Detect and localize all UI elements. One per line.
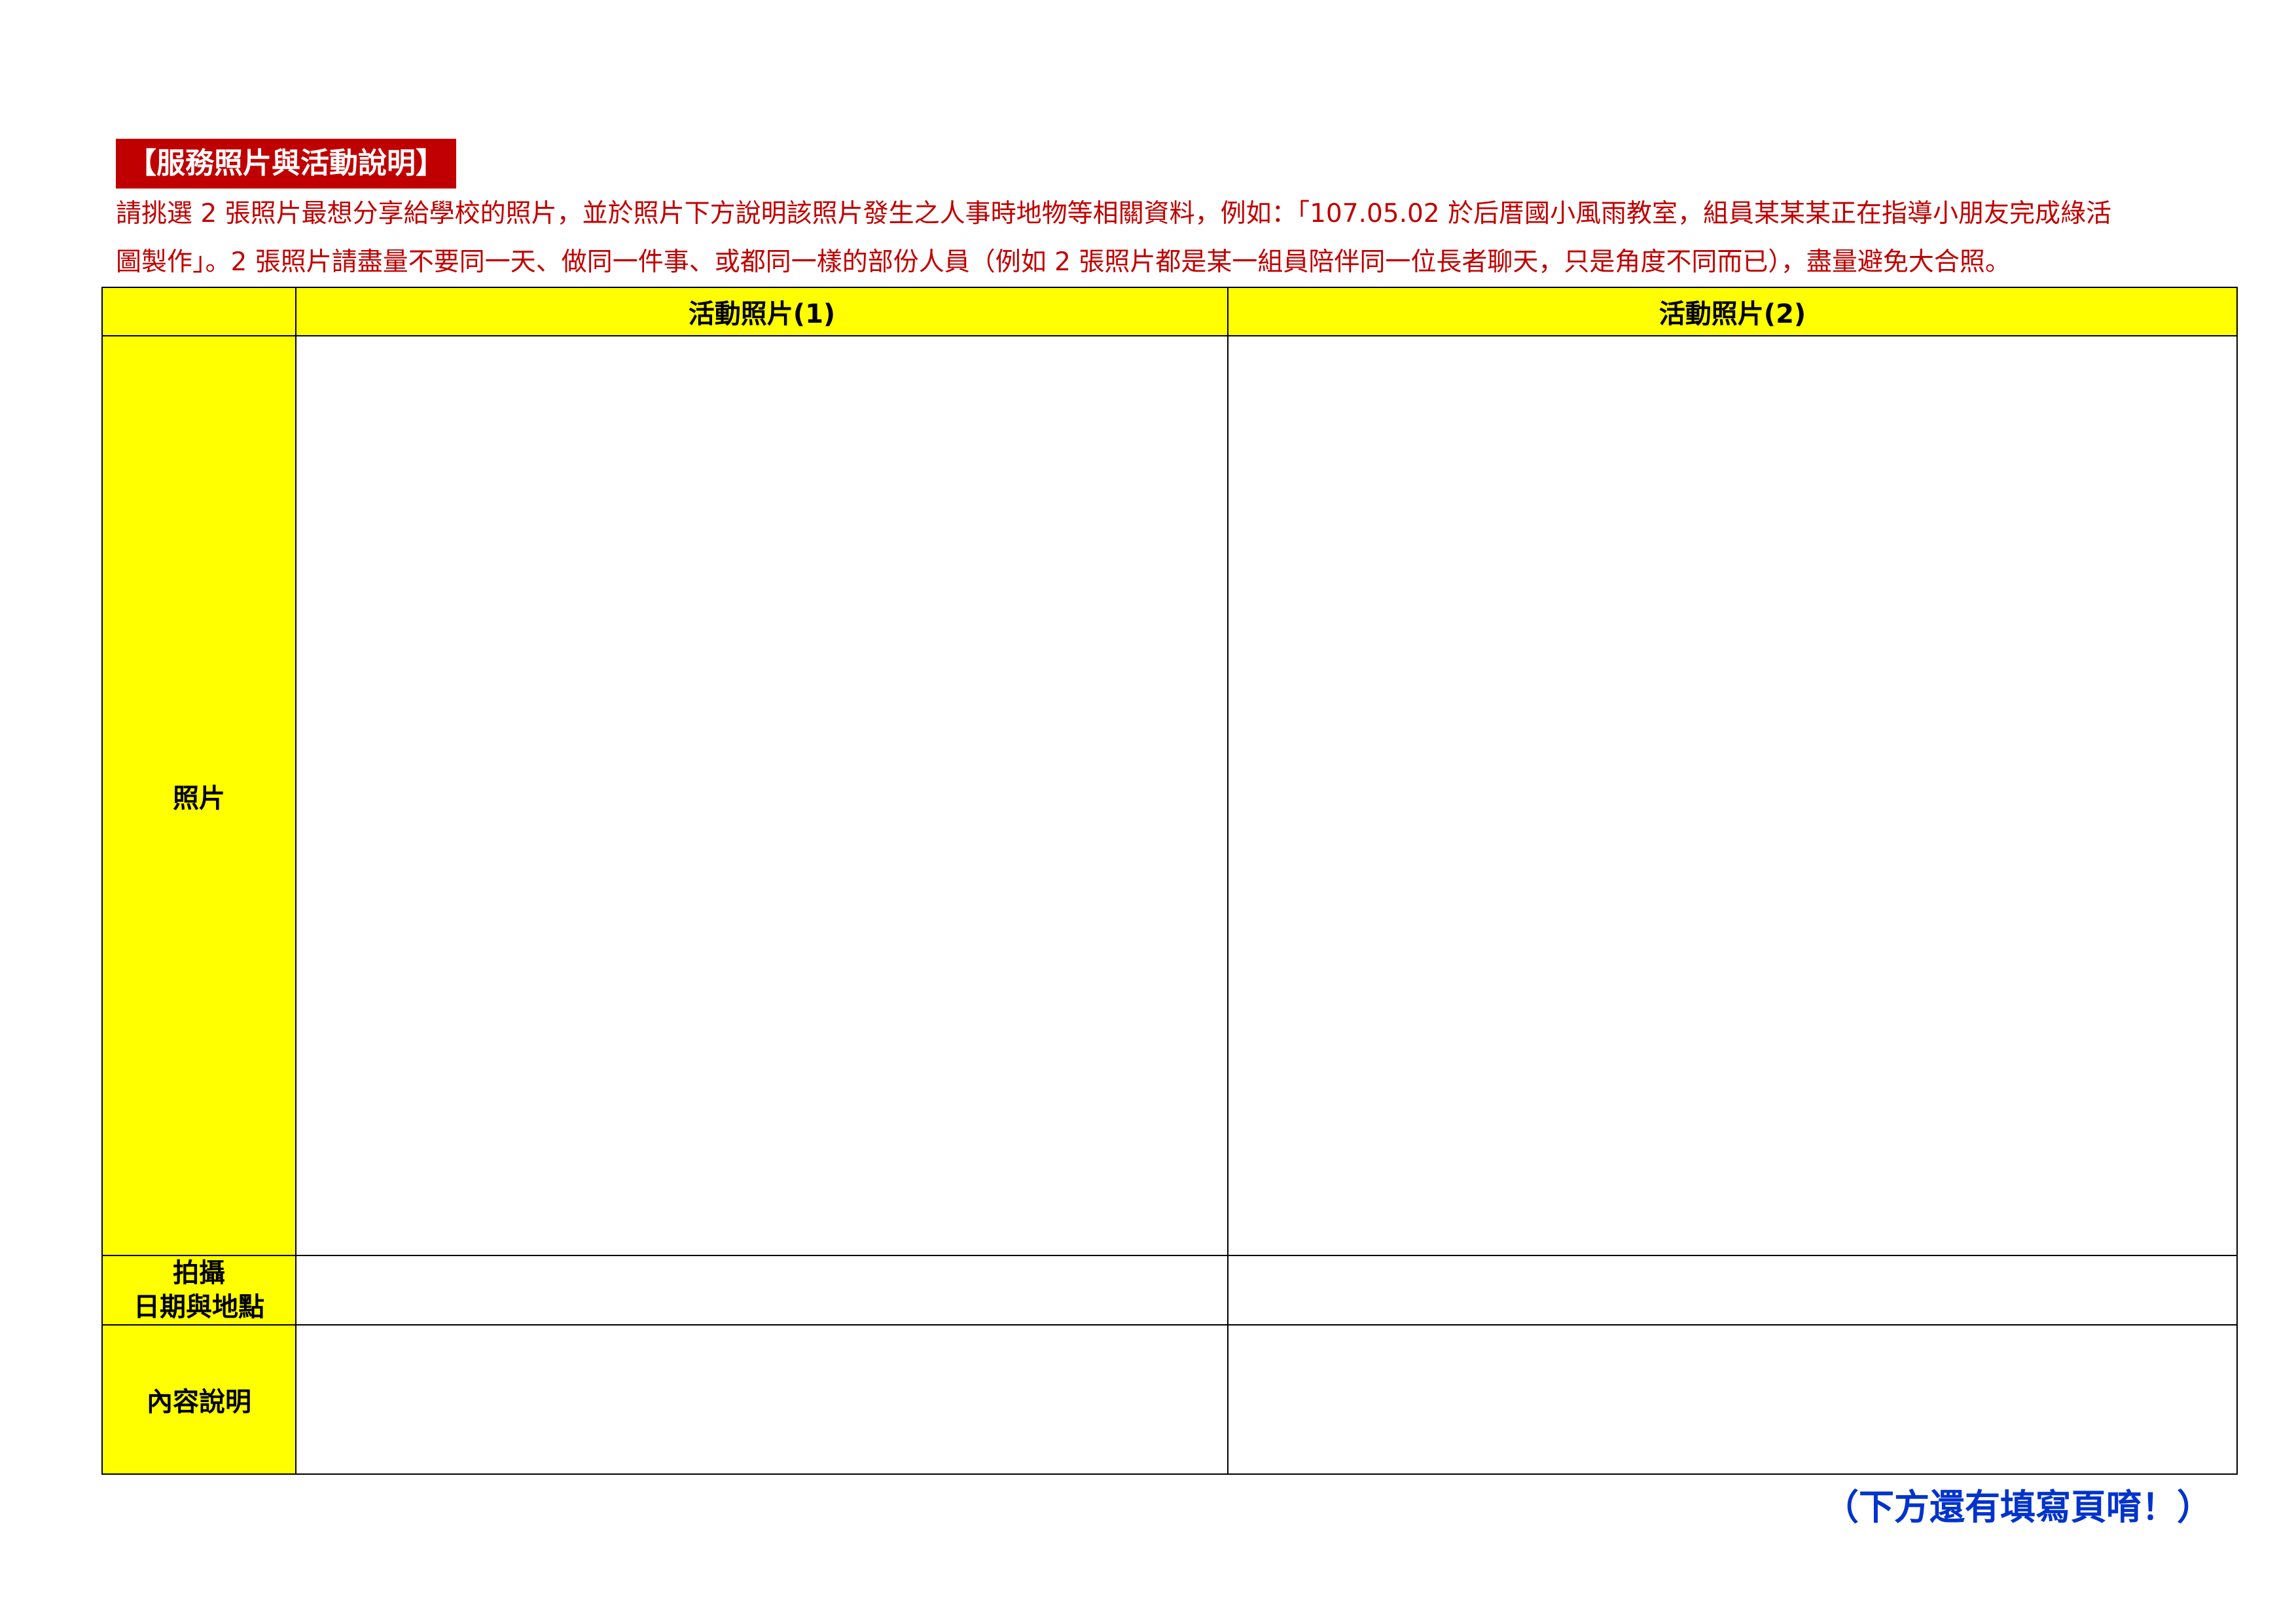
instructions: 請挑選 2 張照片最想分享給學校的照片，並於照片下方說明該照片發生之人事時地物等… — [116, 190, 2236, 287]
date-location-2-field[interactable] — [1227, 1255, 2238, 1326]
photo-form-table: 活動照片(1) 活動照片(2) 照片 拍攝 日期與地點 內容說明 — [101, 287, 2238, 1475]
row-label-photo: 照片 — [101, 335, 296, 1256]
section-title: 【服務照片與活動說明】 — [116, 139, 456, 189]
row-label-date-location: 拍攝 日期與地點 — [101, 1255, 296, 1326]
content-1-field[interactable] — [295, 1324, 1229, 1475]
header-corner-cell — [101, 287, 296, 336]
photo-1-slot[interactable] — [295, 335, 1229, 1256]
footer-note: （下方還有填寫頁唷！） — [1823, 1487, 2212, 1528]
instruction-line-1: 請挑選 2 張照片最想分享給學校的照片，並於照片下方說明該照片發生之人事時地物等… — [116, 199, 2111, 228]
header-photo-1: 活動照片(1) — [295, 287, 1229, 336]
content-2-field[interactable] — [1227, 1324, 2238, 1475]
row-label-date-line-2: 日期與地點 — [134, 1292, 264, 1322]
row-label-date-line-1: 拍攝 — [173, 1258, 225, 1288]
date-location-1-field[interactable] — [295, 1255, 1229, 1326]
photo-2-slot[interactable] — [1227, 335, 2238, 1256]
instruction-line-2: 圖製作」。2 張照片請盡量不要同一天、做同一件事、或都同一樣的部份人員（例如 2… — [116, 247, 2011, 277]
header-photo-2: 活動照片(2) — [1227, 287, 2238, 336]
row-label-content: 內容說明 — [101, 1324, 296, 1475]
